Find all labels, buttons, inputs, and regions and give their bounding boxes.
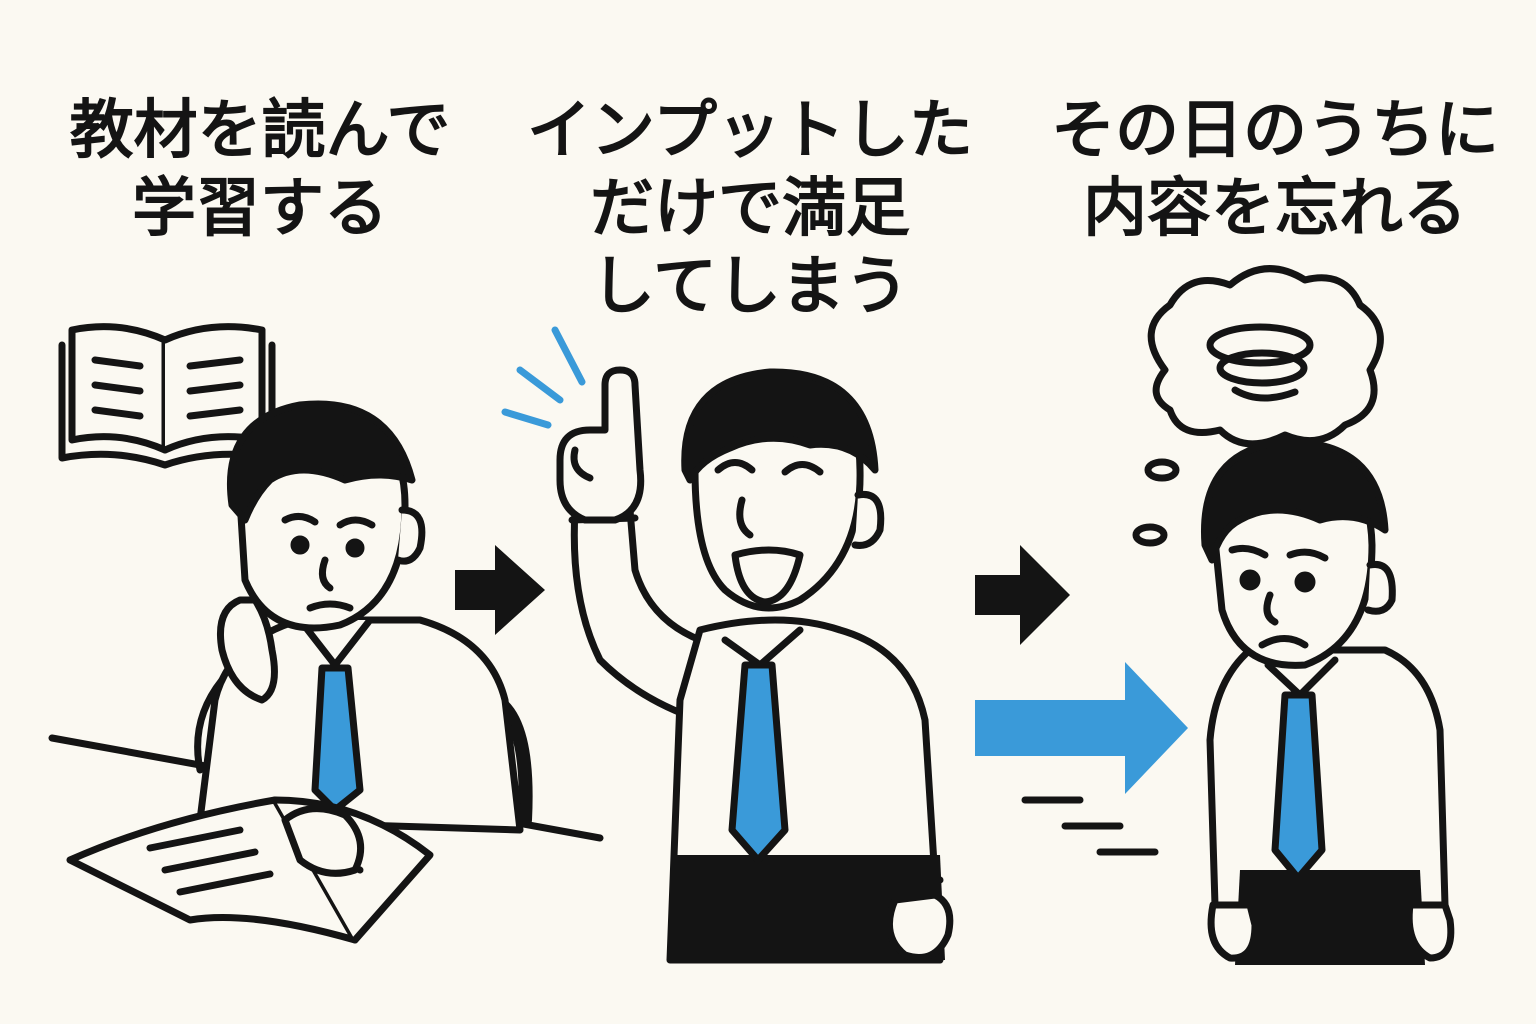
illustration bbox=[48, 265, 1455, 965]
forgetful-man bbox=[1200, 438, 1455, 965]
right-arrow-icon bbox=[455, 545, 545, 635]
desk-book bbox=[66, 796, 434, 944]
right-arrow-icon bbox=[975, 545, 1070, 645]
studying-man bbox=[194, 400, 524, 834]
right-arrow-icon bbox=[975, 662, 1188, 856]
satisfied-man bbox=[501, 326, 954, 964]
